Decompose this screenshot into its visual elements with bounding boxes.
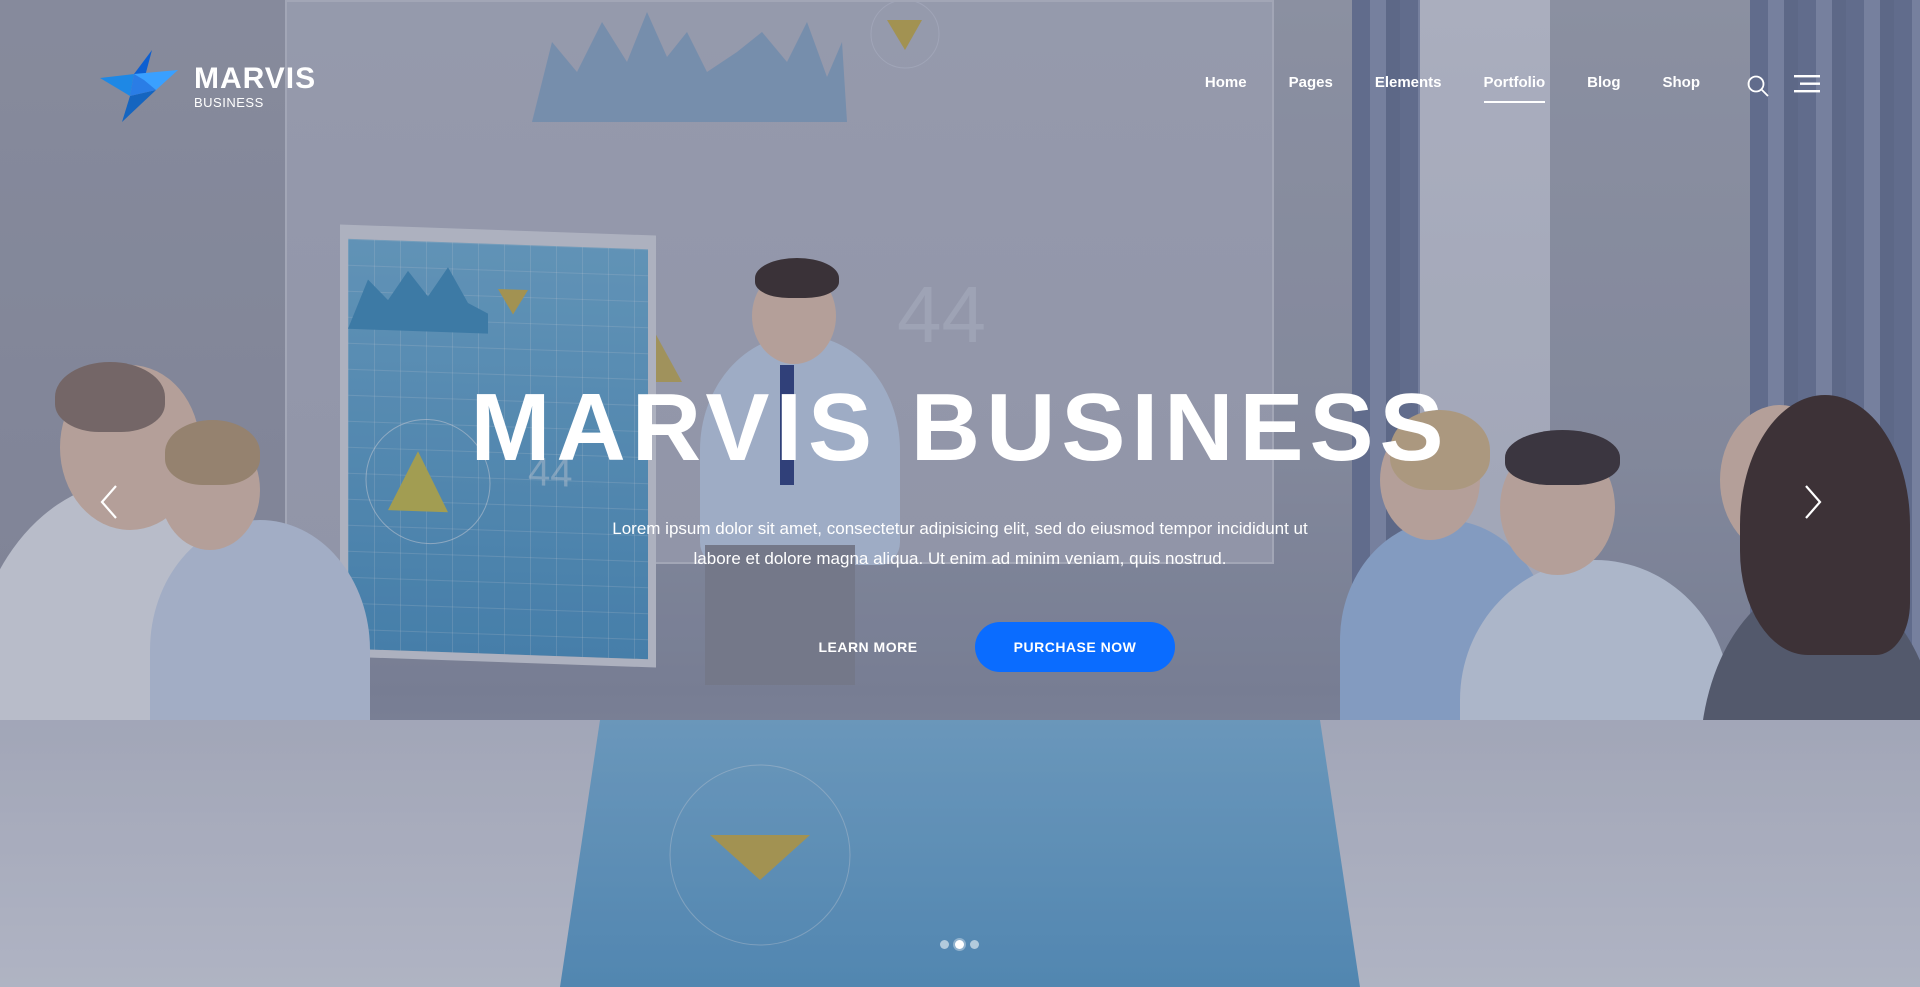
hero-description-line2: labore et dolore magna aliqua. Ut enim a… [693, 549, 1227, 568]
chevron-right-icon[interactable] [1796, 484, 1826, 520]
brand-subtitle: BUSINESS [194, 94, 264, 110]
nav-portfolio[interactable]: Portfolio [1483, 74, 1545, 103]
hero-description: Lorem ipsum dolor sit amet, consectetur … [560, 514, 1360, 574]
slider-pagination [940, 940, 979, 949]
brand-logo[interactable]: MARVIS BUSINESS [100, 50, 316, 122]
slider-dot[interactable] [970, 940, 979, 949]
hero-description-line1: Lorem ipsum dolor sit amet, consectetur … [612, 519, 1308, 538]
main-navigation: Home Pages Elements Portfolio Blog Shop [1205, 74, 1700, 103]
bird-logo-icon [100, 50, 178, 122]
hero-title: MARVIS BUSINESS [470, 374, 1450, 481]
nav-blog[interactable]: Blog [1587, 74, 1620, 103]
purchase-now-button[interactable]: PURCHASE NOW [975, 622, 1175, 672]
nav-shop[interactable]: Shop [1663, 74, 1701, 103]
nav-home[interactable]: Home [1205, 74, 1247, 103]
nav-pages[interactable]: Pages [1289, 74, 1333, 103]
learn-more-button[interactable]: LEARN MORE [790, 624, 946, 670]
slider-dot[interactable] [940, 940, 949, 949]
hero-background-image: 44 44 [0, 0, 1920, 987]
slider-dot-active[interactable] [955, 940, 964, 949]
chevron-left-icon[interactable] [96, 484, 126, 520]
hamburger-menu-icon[interactable] [1794, 74, 1820, 94]
search-icon[interactable] [1746, 74, 1770, 98]
nav-elements[interactable]: Elements [1375, 74, 1442, 103]
brand-title: MARVIS [194, 61, 317, 95]
